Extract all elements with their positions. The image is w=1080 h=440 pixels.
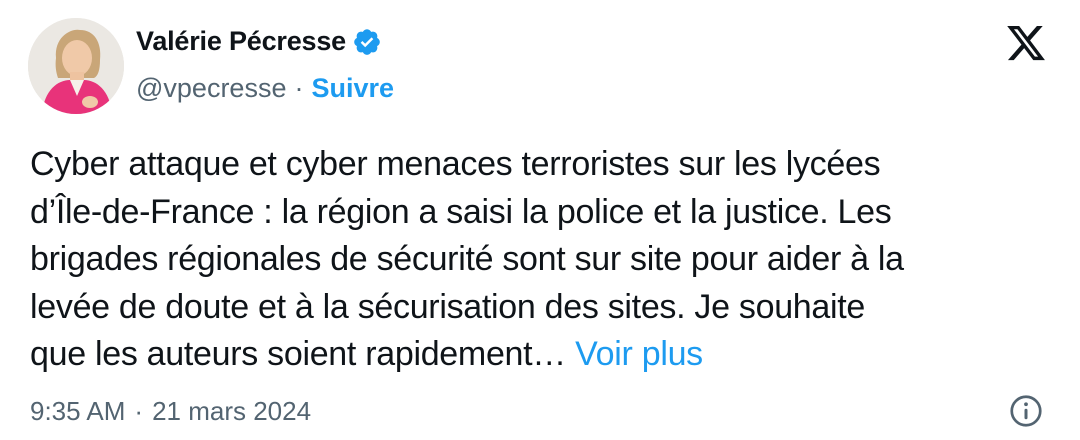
- tweet-date[interactable]: 21 mars 2024: [152, 396, 311, 427]
- read-more-link[interactable]: Voir plus: [575, 335, 703, 373]
- tweet-meta: 9:35 AM · 21 mars 2024: [30, 396, 311, 427]
- info-icon[interactable]: [1008, 393, 1044, 429]
- tweet-time[interactable]: 9:35 AM: [30, 396, 125, 427]
- tweet-text: Cyber attaque et cyber menaces terrorist…: [30, 141, 1060, 379]
- author-handle[interactable]: @vpecresse: [136, 73, 286, 104]
- avatar[interactable]: [28, 18, 124, 114]
- separator-dot: ·: [134, 396, 144, 426]
- author-name[interactable]: Valérie Pécresse: [136, 26, 346, 57]
- verified-badge-icon: [352, 27, 382, 57]
- tweet-line-last: que les auteurs soient rapidement… Voir …: [30, 331, 1060, 379]
- author-handle-row: @vpecresse · Suivre: [136, 73, 394, 104]
- follow-button[interactable]: Suivre: [311, 73, 394, 104]
- tweet-line: brigades régionales de sécurité sont sur…: [30, 240, 904, 278]
- avatar-photo-icon: [28, 18, 124, 114]
- separator-dot: ·: [294, 73, 304, 103]
- tweet-line: Cyber attaque et cyber menaces terrorist…: [30, 145, 881, 183]
- x-logo-icon[interactable]: [1004, 22, 1048, 64]
- tweet-line: levée de doute et à la sécurisation des …: [30, 287, 866, 326]
- tweet-card: Valérie Pécresse @vpecresse · Suivre Cyb…: [0, 0, 1080, 440]
- tweet-line: d’Île-de-France : la région a saisi la p…: [30, 192, 892, 231]
- author-name-row: Valérie Pécresse: [136, 26, 382, 57]
- tweet-line-text: que les auteurs soient rapidement…: [30, 335, 567, 373]
